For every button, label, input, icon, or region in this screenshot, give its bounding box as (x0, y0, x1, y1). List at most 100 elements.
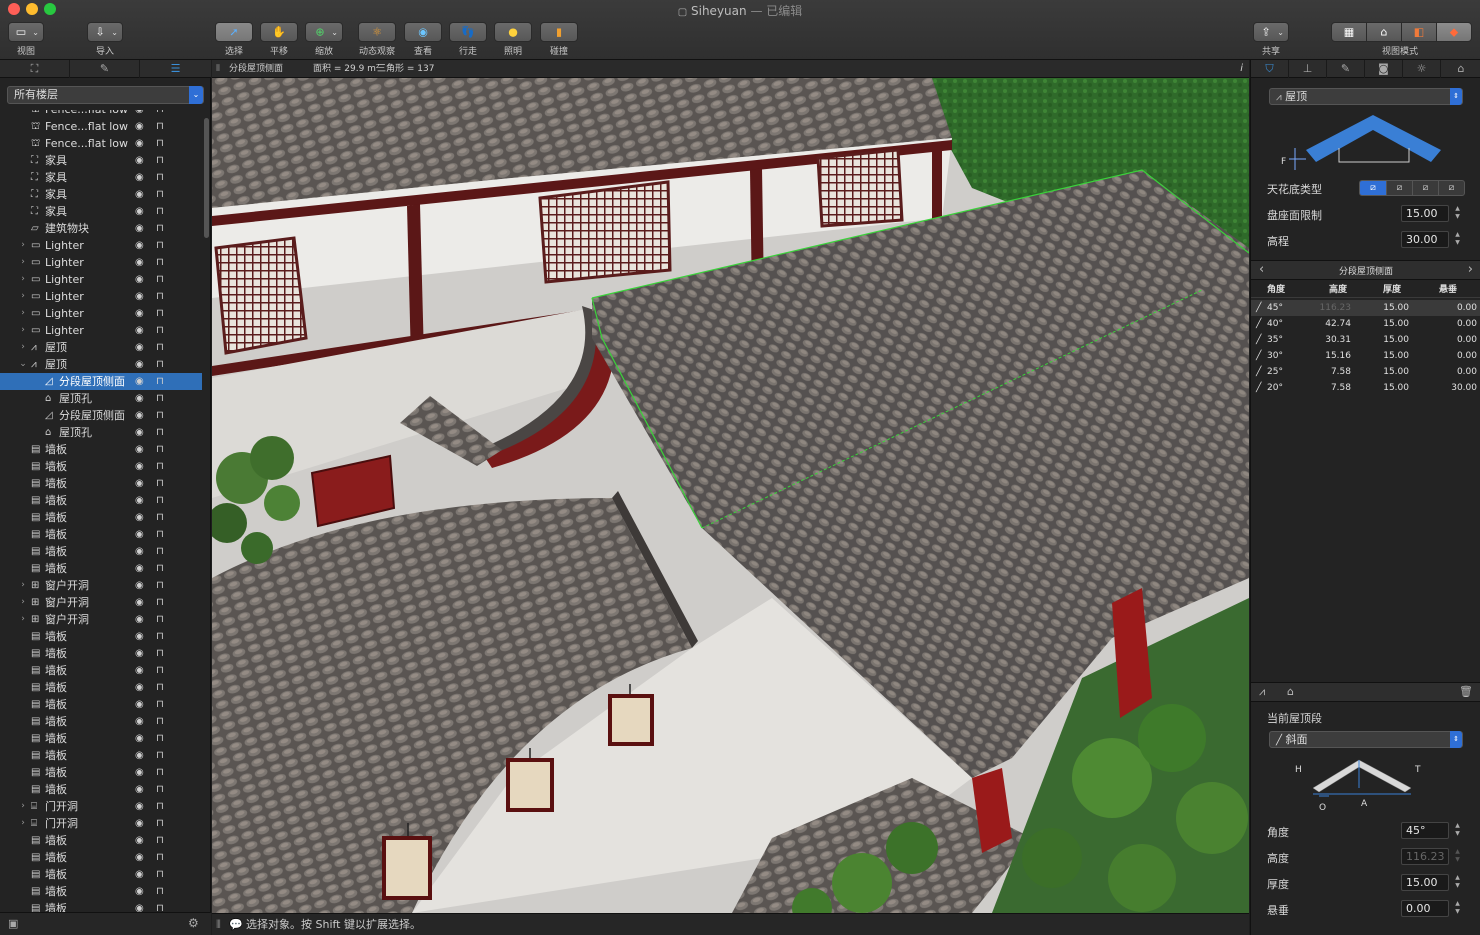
view-mode-plan-button[interactable]: ▦ (1331, 22, 1367, 42)
unlock-icon[interactable]: ⊓ (156, 118, 164, 135)
view-mode-elevation-button[interactable]: ⌂ (1366, 22, 1402, 42)
visibility-eye-icon[interactable]: ◉ (135, 526, 144, 543)
disclosure-collapsed-icon[interactable]: › (18, 594, 28, 611)
segment-row[interactable]: ╱ 40° 42.74 15.00 0.00 (1251, 316, 1480, 332)
tab-furniture[interactable]: ⛶ (0, 60, 70, 78)
tab-roof-settings[interactable]: ⛉ (1251, 60, 1289, 78)
unlock-icon[interactable]: ⊓ (156, 110, 164, 118)
tab-draw[interactable]: ✎ (70, 60, 140, 78)
object-type-select[interactable]: ⩘ 屋顶 ⇕ (1269, 88, 1463, 105)
tree-row[interactable]: ▤ 墙板 ◉ ⊓ (0, 832, 202, 849)
visibility-eye-icon[interactable]: ◉ (135, 203, 144, 220)
visibility-eye-icon[interactable]: ◉ (135, 628, 144, 645)
visibility-eye-icon[interactable]: ◉ (135, 764, 144, 781)
tree-row[interactable]: ▤ 墙板 ◉ ⊓ (0, 781, 202, 798)
3d-scene[interactable] (212, 78, 1249, 913)
tree-row[interactable]: › ⊞ 窗户开洞 ◉ ⊓ (0, 611, 202, 628)
visibility-eye-icon[interactable]: ◉ (135, 781, 144, 798)
tree-row[interactable]: ⛫ Fence...flat low ◉ ⊓ (0, 118, 202, 135)
tree-row[interactable]: ▤ 墙板 ◉ ⊓ (0, 696, 202, 713)
unlock-icon[interactable]: ⊓ (156, 424, 164, 441)
visibility-eye-icon[interactable]: ◉ (135, 458, 144, 475)
visibility-eye-icon[interactable]: ◉ (135, 730, 144, 747)
visibility-eye-icon[interactable]: ◉ (135, 475, 144, 492)
tree-row[interactable]: ⛶ 家具 ◉ ⊓ (0, 203, 202, 220)
lighting-button[interactable]: ● (494, 22, 532, 42)
unlock-icon[interactable]: ⊓ (156, 883, 164, 900)
3d-viewport[interactable]: ⦀ 分段屋顶侧面 面积 = 29.9 m² 三角形 = 137 i (212, 60, 1249, 913)
tree-row[interactable]: ⛫ Fence...flat low ◉ ⊓ (0, 110, 202, 118)
overhang-stepper[interactable]: ▲ ▼ (1453, 900, 1462, 917)
tree-row[interactable]: ▤ 墙板 ◉ ⊓ (0, 475, 202, 492)
unlock-icon[interactable]: ⊓ (156, 441, 164, 458)
visibility-eye-icon[interactable]: ◉ (135, 390, 144, 407)
select-tool-button[interactable]: ➚ (215, 22, 253, 42)
disclosure-collapsed-icon[interactable]: › (18, 815, 28, 832)
resize-handle-icon[interactable]: ⦀ (216, 914, 221, 935)
segment-row[interactable]: ╱ 35° 30.31 15.00 0.00 (1251, 332, 1480, 348)
tree-scrollbar[interactable] (204, 118, 209, 238)
unlock-icon[interactable]: ⊓ (156, 152, 164, 169)
thickness-stepper[interactable]: ▲ ▼ (1453, 874, 1462, 891)
unlock-icon[interactable]: ⊓ (156, 237, 164, 254)
unlock-icon[interactable]: ⊓ (156, 356, 164, 373)
next-segment-button[interactable]: › (1468, 262, 1473, 277)
tree-row[interactable]: ▤ 墙板 ◉ ⊓ (0, 662, 202, 679)
tree-row[interactable]: › ▭ Lighter ◉ ⊓ (0, 237, 202, 254)
tree-row[interactable]: ▤ 墙板 ◉ ⊓ (0, 679, 202, 696)
visibility-eye-icon[interactable]: ◉ (135, 169, 144, 186)
tree-row[interactable]: ▤ 墙板 ◉ ⊓ (0, 441, 202, 458)
unlock-icon[interactable]: ⊓ (156, 305, 164, 322)
unlock-icon[interactable]: ⊓ (156, 526, 164, 543)
ceiling-type-slope-button[interactable]: ⧄ (1386, 181, 1412, 195)
visibility-eye-icon[interactable]: ◉ (135, 832, 144, 849)
unlock-icon[interactable]: ⊓ (156, 900, 164, 912)
visibility-eye-icon[interactable]: ◉ (135, 492, 144, 509)
unlock-icon[interactable]: ⊓ (156, 781, 164, 798)
tab-pencil[interactable]: ✎ (1327, 60, 1365, 78)
tree-row[interactable]: ▤ 墙板 ◉ ⊓ (0, 526, 202, 543)
collision-button[interactable]: ▮ (540, 22, 578, 42)
unlock-icon[interactable]: ⊓ (156, 628, 164, 645)
unlock-icon[interactable]: ⊓ (156, 271, 164, 288)
disclosure-collapsed-icon[interactable]: › (18, 305, 28, 322)
orbit-tool-button[interactable]: ⚛ (358, 22, 396, 42)
tab-camera[interactable]: ◙ (1365, 60, 1403, 78)
segment-row[interactable]: ╱ 30° 15.16 15.00 0.00 (1251, 348, 1480, 364)
tree-row[interactable]: › ⌸ 门开洞 ◉ ⊓ (0, 798, 202, 815)
unlock-icon[interactable]: ⊓ (156, 662, 164, 679)
tree-row[interactable]: ▤ 墙板 ◉ ⊓ (0, 543, 202, 560)
angle-stepper[interactable]: ▲ ▼ (1453, 822, 1462, 839)
visibility-eye-icon[interactable]: ◉ (135, 747, 144, 764)
visibility-eye-icon[interactable]: ◉ (135, 288, 144, 305)
disclosure-collapsed-icon[interactable]: › (18, 254, 28, 271)
zoom-tool-button[interactable]: ⊕ ⌄ (305, 22, 343, 42)
visibility-eye-icon[interactable]: ◉ (135, 441, 144, 458)
plate-limit-field[interactable]: 15.00 (1401, 205, 1449, 222)
import-button[interactable]: ⇩ ⌄ (87, 22, 123, 42)
tree-row[interactable]: › ▭ Lighter ◉ ⊓ (0, 322, 202, 339)
unlock-icon[interactable]: ⊓ (156, 594, 164, 611)
visibility-eye-icon[interactable]: ◉ (135, 271, 144, 288)
tree-row[interactable]: ⌂ 屋顶孔 ◉ ⊓ (0, 390, 202, 407)
visibility-eye-icon[interactable]: ◉ (135, 543, 144, 560)
visibility-eye-icon[interactable]: ◉ (135, 220, 144, 237)
visibility-eye-icon[interactable]: ◉ (135, 645, 144, 662)
plate-limit-stepper[interactable]: ▲ ▼ (1453, 205, 1462, 222)
unlock-icon[interactable]: ⊓ (156, 407, 164, 424)
visibility-eye-icon[interactable]: ◉ (135, 186, 144, 203)
tree-row[interactable]: ▤ 墙板 ◉ ⊓ (0, 900, 202, 912)
unlock-icon[interactable]: ⊓ (156, 373, 164, 390)
unlock-icon[interactable]: ⊓ (156, 832, 164, 849)
unlock-icon[interactable]: ⊓ (156, 679, 164, 696)
unlock-icon[interactable]: ⊓ (156, 577, 164, 594)
view-button[interactable]: ▭ ⌄ (8, 22, 44, 42)
image-icon[interactable]: ▣ (8, 917, 18, 930)
share-button[interactable]: ⇪ ⌄ (1253, 22, 1289, 42)
visibility-eye-icon[interactable]: ◉ (135, 866, 144, 883)
visibility-eye-icon[interactable]: ◉ (135, 849, 144, 866)
ceiling-type-open-button[interactable]: ⧄ (1438, 181, 1464, 195)
unlock-icon[interactable]: ⊓ (156, 815, 164, 832)
disclosure-collapsed-icon[interactable]: › (18, 577, 28, 594)
tree-row[interactable]: ⛶ 家具 ◉ ⊓ (0, 152, 202, 169)
